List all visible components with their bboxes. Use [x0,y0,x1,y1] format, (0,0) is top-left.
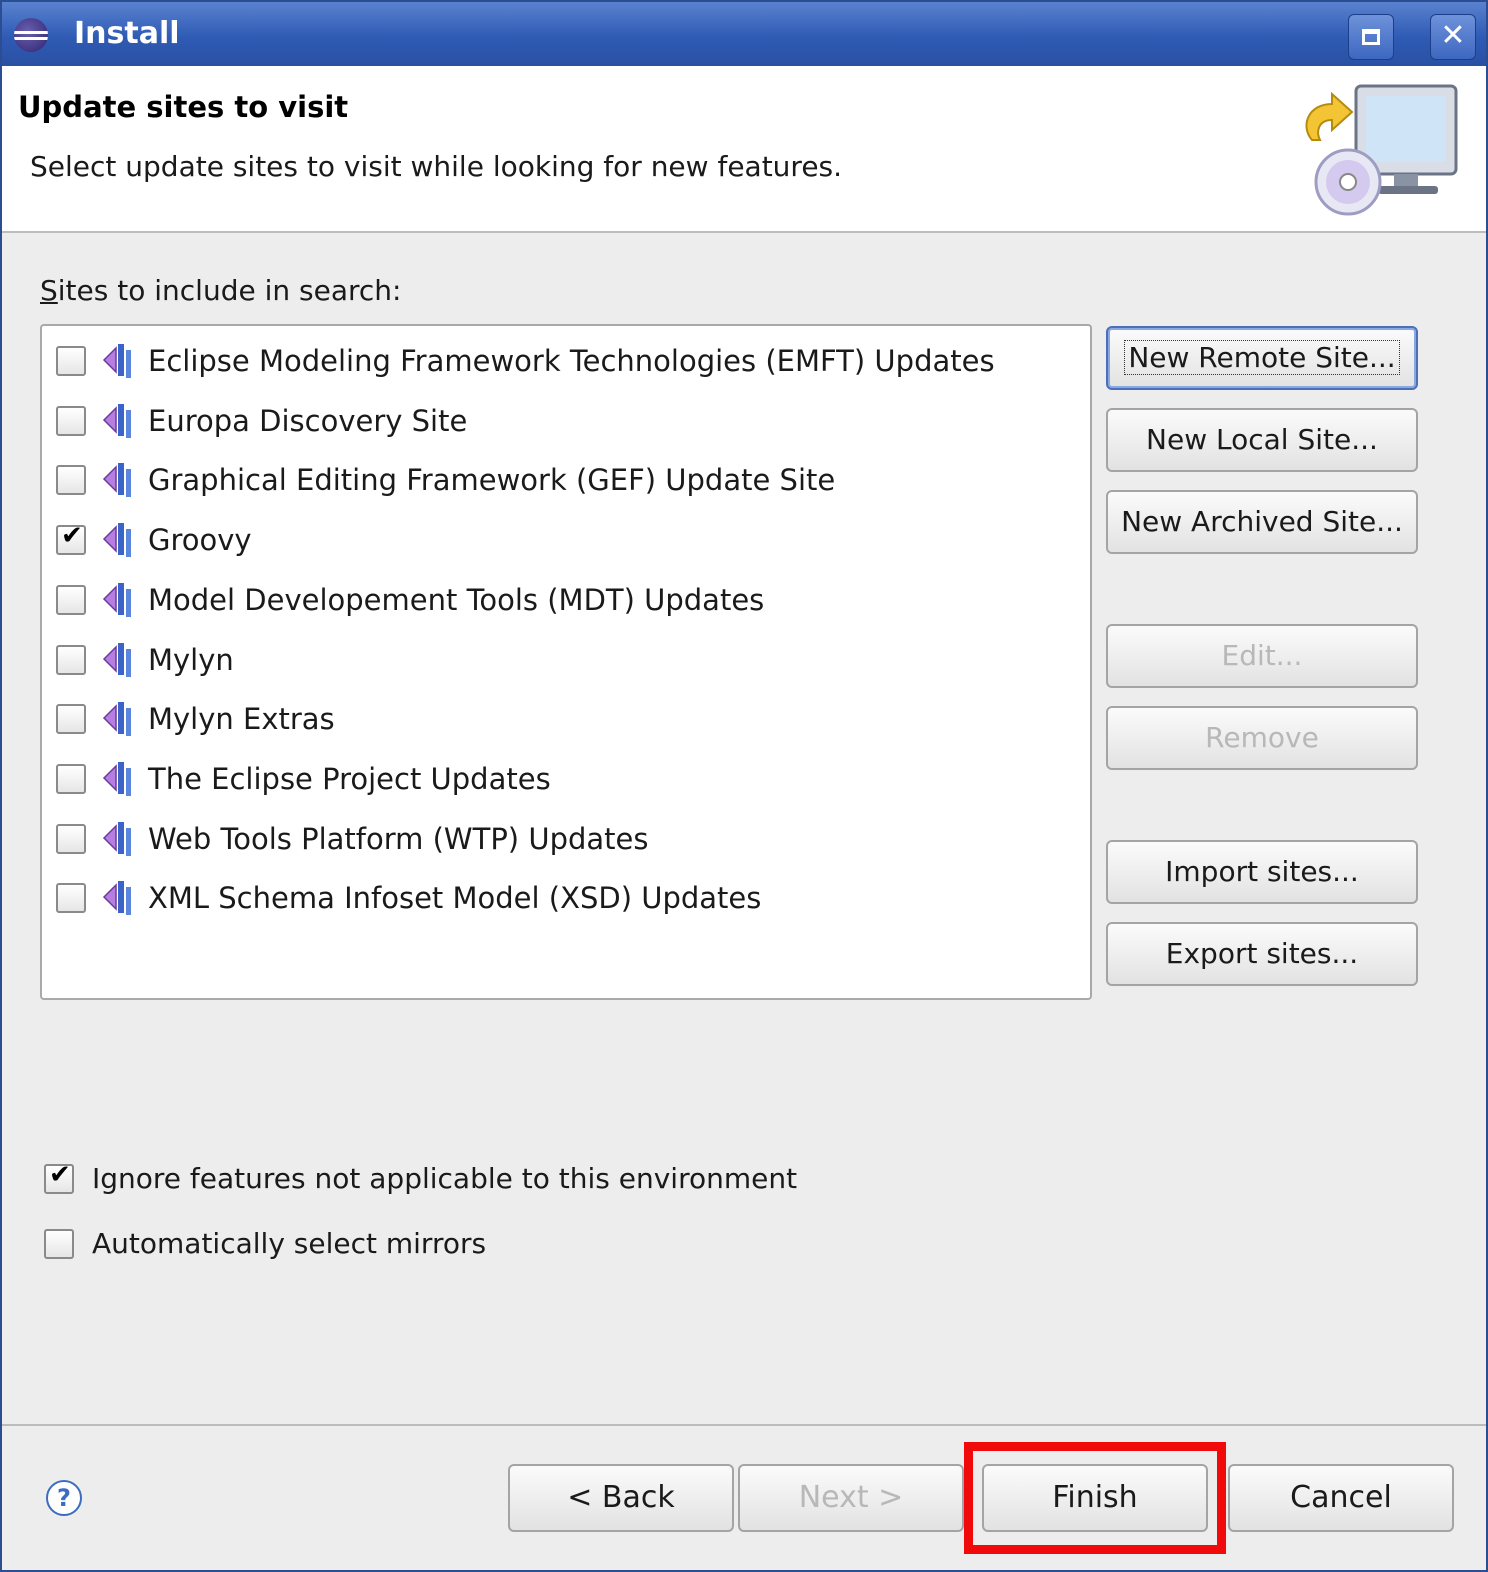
close-icon: ✕ [1440,18,1466,53]
auto-mirrors-checkbox[interactable] [44,1229,74,1259]
update-sites-list[interactable]: Eclipse Modeling Framework Technologies … [40,324,1092,1000]
next-button[interactable]: Next > [738,1464,964,1532]
site-checkbox[interactable] [56,644,86,675]
close-button[interactable]: ✕ [1430,14,1476,60]
new-remote-site-button[interactable]: New Remote Site... [1106,326,1418,390]
ignore-features-label: Ignore features not applicable to this e… [92,1162,798,1195]
update-site-icon [102,344,131,378]
site-checkbox[interactable] [56,521,86,556]
maximize-button[interactable] [1348,14,1394,60]
cancel-button[interactable]: Cancel [1228,1464,1454,1532]
site-label: Eclipse Modeling Framework Technologies … [148,344,995,378]
page-description: Select update sites to visit while looki… [30,150,843,183]
update-site-icon [102,523,131,558]
sites-label: Sites to include in search: [40,274,402,307]
update-site-icon [102,821,131,856]
site-checkbox[interactable] [56,584,86,615]
update-site-icon [102,761,131,796]
wizard-banner: Update sites to visit Select update site… [2,66,1486,233]
site-label: Mylyn Extras [148,702,335,737]
site-checkbox[interactable] [56,346,86,376]
site-label: Model Developement Tools (MDT) Updates [148,582,765,617]
window-title: Install [74,16,180,51]
edit-button[interactable]: Edit... [1106,624,1418,688]
site-label: Web Tools Platform (WTP) Updates [148,821,649,856]
auto-mirrors-label: Automatically select mirrors [92,1227,487,1260]
new-local-site-button[interactable]: New Local Site... [1106,408,1418,472]
install-dialog: Install ✕ Update sites to visit Select u… [0,0,1488,1572]
title-bar[interactable]: Install ✕ [2,2,1486,66]
page-title: Update sites to visit [18,90,349,124]
remove-button[interactable]: Remove [1106,706,1418,770]
update-site-icon [102,403,131,438]
help-icon[interactable]: ? [46,1480,82,1516]
eclipse-icon [14,18,48,52]
site-checkbox[interactable] [56,763,86,794]
site-checkbox[interactable] [56,465,86,496]
update-site-icon [102,463,131,498]
install-wizard-icon [1305,84,1458,216]
site-label: Groovy [148,523,252,558]
site-checkbox[interactable] [56,823,86,854]
footer-separator [2,1424,1486,1426]
site-label: The Eclipse Project Updates [148,761,551,796]
export-sites-button[interactable]: Export sites... [1106,922,1418,986]
update-site-icon [102,642,131,677]
site-checkbox[interactable] [56,704,86,735]
site-label: Graphical Editing Framework (GEF) Update… [148,463,836,498]
back-button[interactable]: < Back [508,1464,734,1532]
update-site-icon [102,702,131,737]
site-label: XML Schema Infoset Model (XSD) Updates [148,881,762,916]
update-site-icon [102,582,131,617]
site-label: Europa Discovery Site [148,403,468,438]
import-sites-button[interactable]: Import sites... [1106,840,1418,904]
ignore-features-checkbox[interactable] [44,1160,74,1194]
site-checkbox[interactable] [56,883,86,914]
maximize-icon [1362,29,1380,45]
site-label: Mylyn [148,642,234,677]
site-checkbox[interactable] [56,405,86,436]
update-site-icon [102,881,131,916]
new-archived-site-button[interactable]: New Archived Site... [1106,490,1418,554]
finish-highlight-box [964,1442,1226,1554]
